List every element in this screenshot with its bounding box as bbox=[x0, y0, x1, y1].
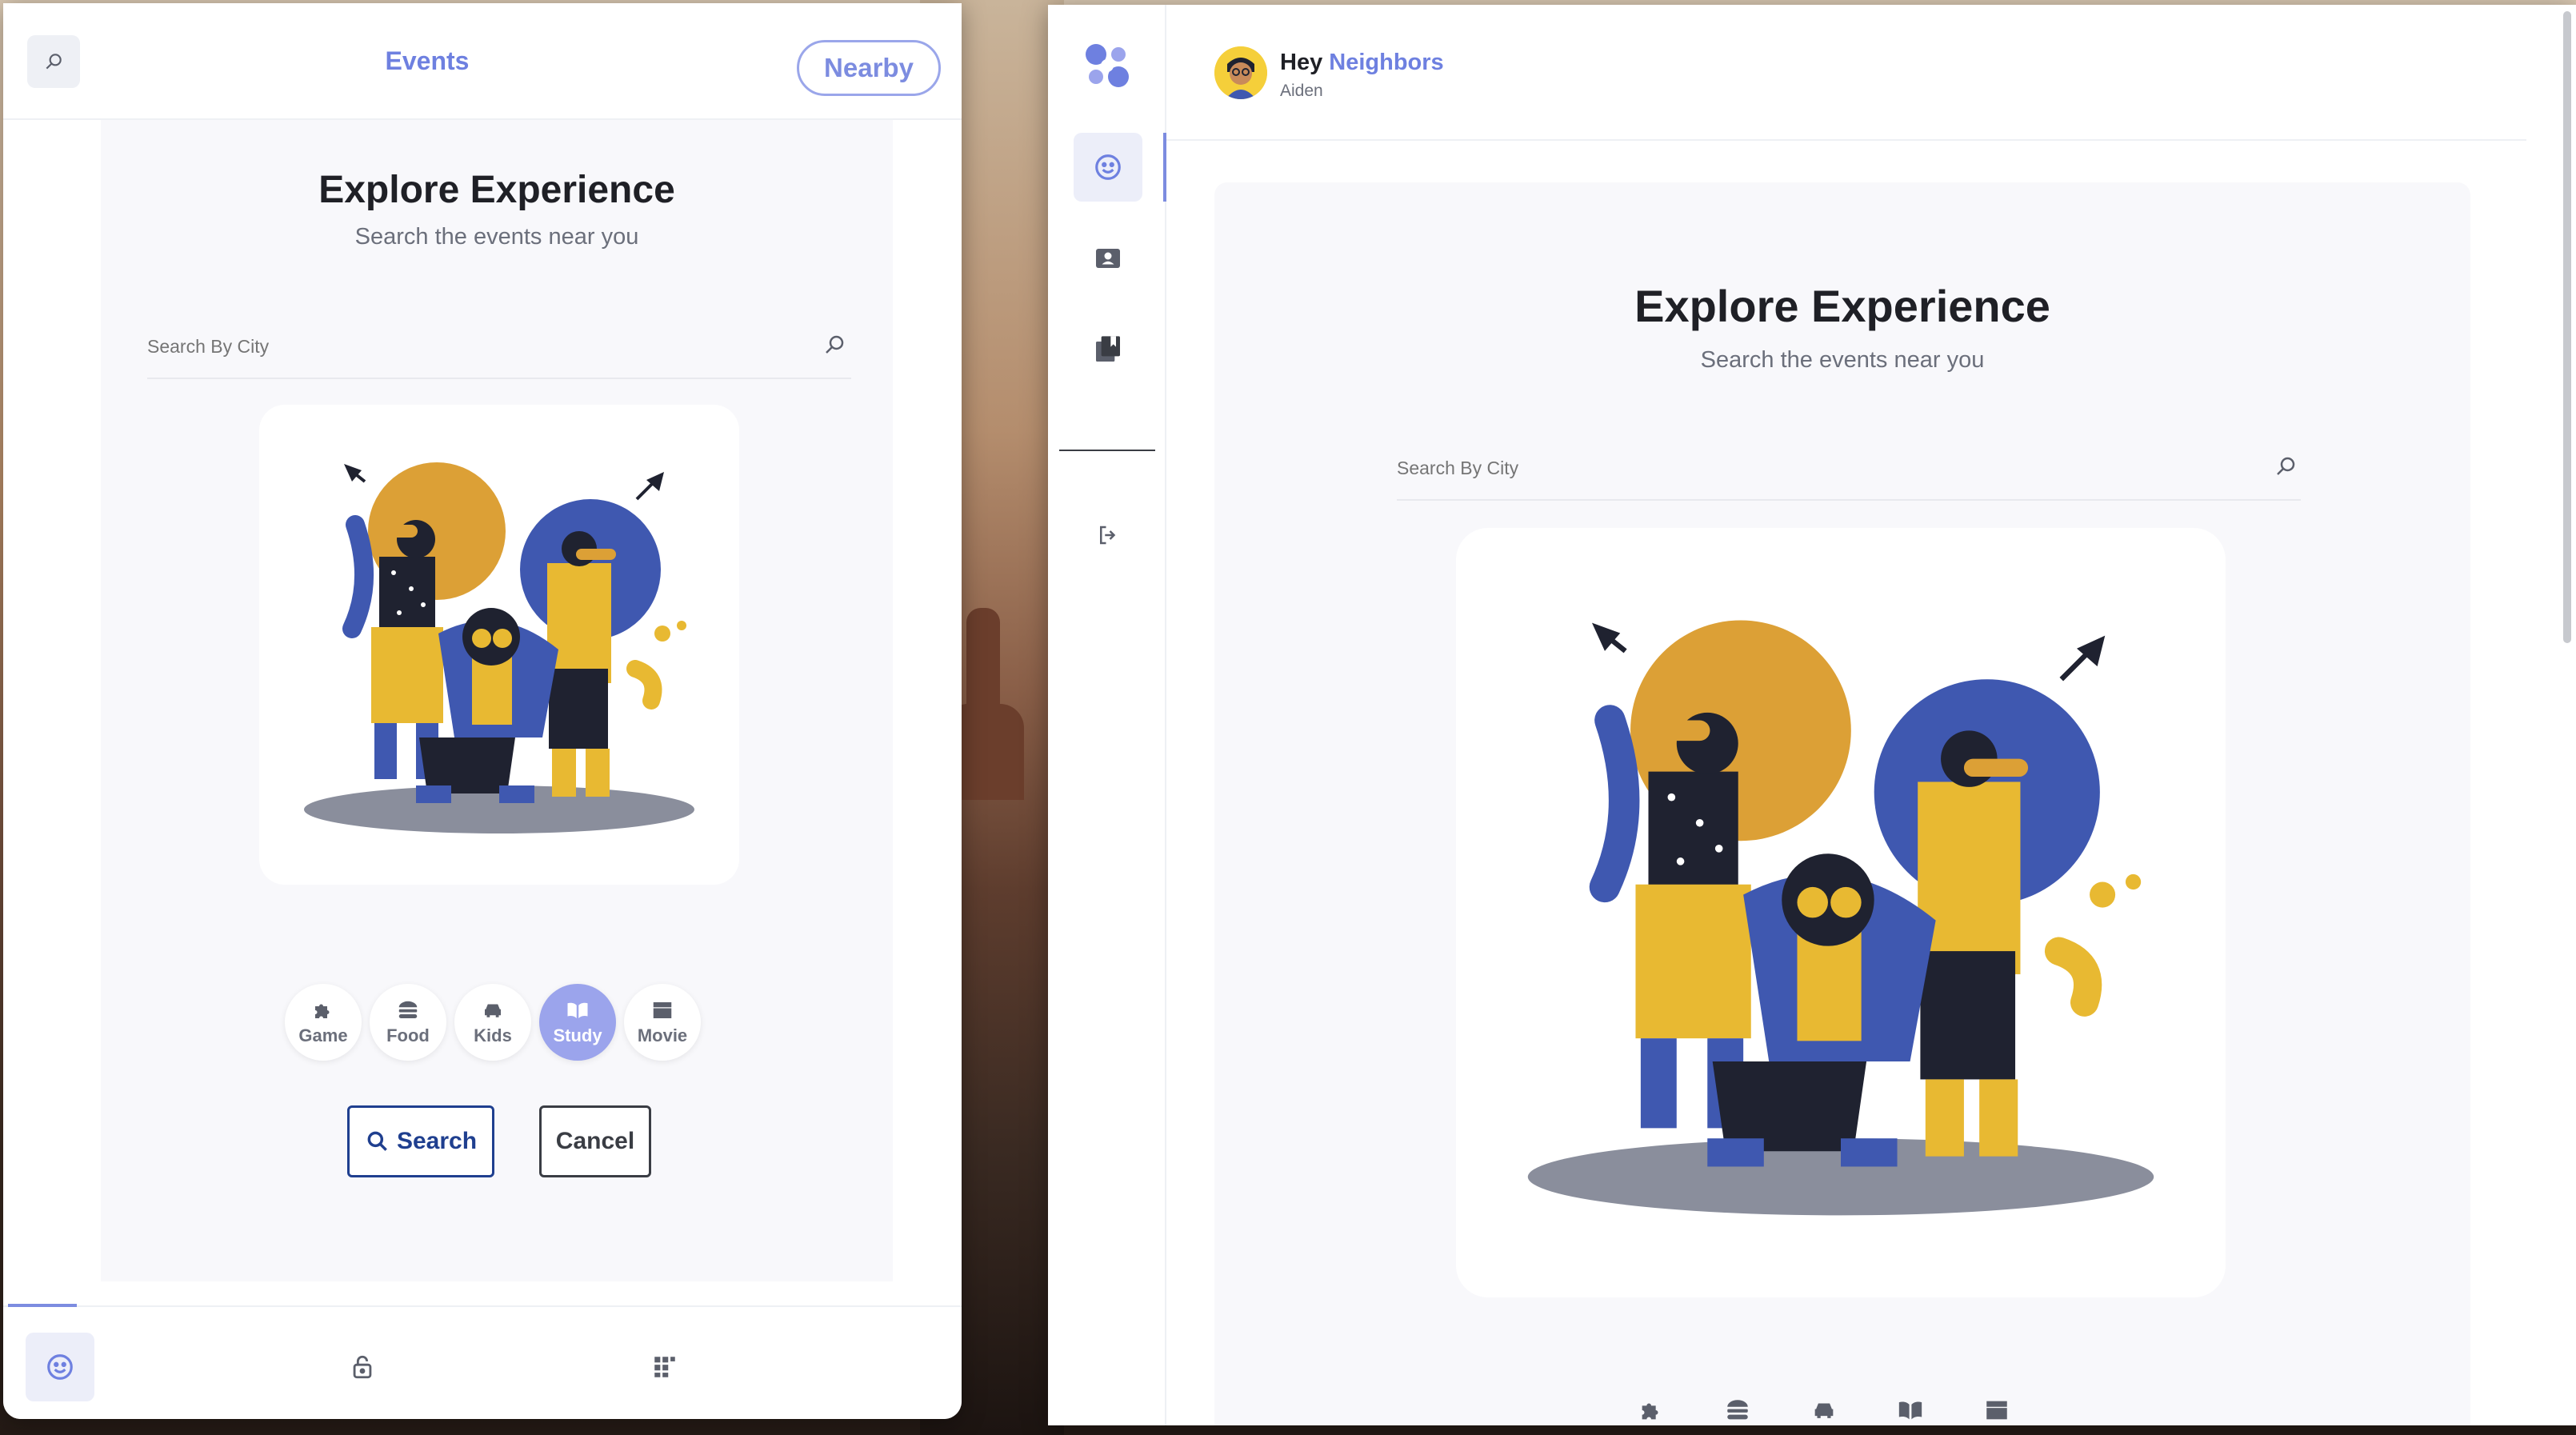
category-selector: Game Food Kids Study Movie bbox=[285, 984, 717, 1067]
tab-events[interactable] bbox=[26, 1333, 94, 1401]
mobile-header: Events Nearby bbox=[3, 3, 962, 120]
search-button[interactable]: Search bbox=[347, 1105, 494, 1177]
explorers-illustration bbox=[304, 462, 694, 833]
sidebar-item-contacts[interactable] bbox=[1074, 224, 1142, 293]
illustration-card bbox=[1456, 528, 2226, 1297]
explore-subheading: Search the events near you bbox=[1700, 347, 1985, 373]
category-chip-food[interactable] bbox=[1714, 1397, 1762, 1425]
sidebar-active-indicator bbox=[1163, 133, 1166, 202]
burger-icon bbox=[398, 1001, 418, 1018]
city-search-bar bbox=[1397, 440, 2301, 501]
desktop-header: Hey Neighbors Aiden bbox=[1166, 5, 2526, 141]
burger-icon bbox=[1727, 1400, 1748, 1420]
search-button-label: Search bbox=[396, 1128, 478, 1154]
category-chip-study[interactable]: Study bbox=[539, 984, 616, 1061]
search-icon[interactable] bbox=[2274, 454, 2298, 482]
greeting-accent: Neighbors bbox=[1329, 50, 1444, 75]
logout-icon bbox=[1100, 526, 1116, 545]
category-chip-food[interactable]: Food bbox=[370, 984, 446, 1061]
category-selector bbox=[1627, 1397, 2059, 1425]
explore-subheading: Search the events near you bbox=[354, 224, 639, 250]
logout-button[interactable] bbox=[1074, 501, 1142, 570]
category-chip-game[interactable]: Game bbox=[285, 984, 362, 1061]
city-search-bar bbox=[147, 322, 851, 379]
explore-panel: Explore Experience Search the events nea… bbox=[1214, 182, 2470, 1425]
grid-icon bbox=[654, 1357, 675, 1377]
sidebar bbox=[1048, 5, 1166, 1425]
book-icon bbox=[567, 1002, 588, 1018]
avatar[interactable] bbox=[1214, 46, 1267, 99]
category-chip-game[interactable] bbox=[1627, 1397, 1675, 1425]
tab-apps[interactable] bbox=[630, 1333, 699, 1401]
book-icon bbox=[1898, 1401, 1922, 1420]
category-chip-kids[interactable]: Kids bbox=[454, 984, 531, 1061]
category-chip-kids[interactable] bbox=[1800, 1397, 1848, 1425]
search-icon[interactable] bbox=[822, 333, 846, 361]
city-search-input[interactable] bbox=[147, 322, 781, 358]
category-label: Study bbox=[553, 1025, 602, 1045]
car-icon bbox=[485, 1004, 501, 1017]
category-label: Game bbox=[298, 1025, 348, 1045]
desktop-app-window: Hey Neighbors Aiden Explore Experience S… bbox=[1048, 5, 2576, 1425]
category-label: Movie bbox=[637, 1025, 688, 1045]
category-chip-movie[interactable]: Movie bbox=[624, 984, 701, 1061]
sidebar-item-library[interactable] bbox=[1074, 315, 1142, 384]
tab-security[interactable] bbox=[328, 1333, 397, 1401]
car-icon bbox=[1814, 1403, 1834, 1418]
contact-card-icon bbox=[1096, 249, 1120, 268]
clapperboard-icon bbox=[653, 1002, 672, 1018]
lock-icon bbox=[353, 1355, 372, 1379]
greeting-prefix: Hey bbox=[1280, 50, 1323, 75]
sidebar-divider bbox=[1059, 450, 1155, 451]
user-avatar-icon bbox=[1214, 46, 1267, 99]
explorers-illustration bbox=[1527, 620, 2154, 1216]
app-logo-icon bbox=[1086, 44, 1129, 87]
category-chip-movie[interactable] bbox=[1973, 1397, 2021, 1425]
category-label: Food bbox=[386, 1025, 430, 1045]
explore-heading: Explore Experience bbox=[318, 169, 675, 211]
username: Aiden bbox=[1280, 82, 1323, 100]
active-tab-indicator bbox=[8, 1304, 77, 1307]
smile-icon bbox=[47, 1354, 73, 1380]
clapperboard-icon bbox=[1986, 1401, 2007, 1420]
explore-panel: Explore Experience Search the events nea… bbox=[101, 120, 893, 1281]
page-title: Events bbox=[385, 46, 470, 75]
explore-heading: Explore Experience bbox=[1634, 281, 2050, 331]
scrollbar-thumb[interactable] bbox=[2563, 11, 2571, 643]
illustration-card bbox=[259, 405, 739, 885]
nearby-button[interactable]: Nearby bbox=[797, 40, 941, 96]
bookmarks-icon bbox=[1096, 336, 1120, 362]
category-label: Kids bbox=[474, 1025, 512, 1045]
category-chip-study[interactable] bbox=[1886, 1397, 1934, 1425]
bottom-tab-bar bbox=[3, 1304, 962, 1419]
cancel-button[interactable]: Cancel bbox=[539, 1105, 651, 1177]
mobile-app-window: Events Nearby Explore Experience Search … bbox=[3, 3, 962, 1419]
greeting: Hey Neighbors bbox=[1280, 50, 1444, 76]
search-icon bbox=[367, 1131, 387, 1151]
city-search-input[interactable] bbox=[1397, 440, 2210, 479]
smile-icon bbox=[1095, 154, 1121, 180]
sidebar-item-events[interactable] bbox=[1074, 133, 1142, 202]
puzzle-icon bbox=[315, 1004, 330, 1018]
puzzle-icon bbox=[1642, 1403, 1658, 1420]
